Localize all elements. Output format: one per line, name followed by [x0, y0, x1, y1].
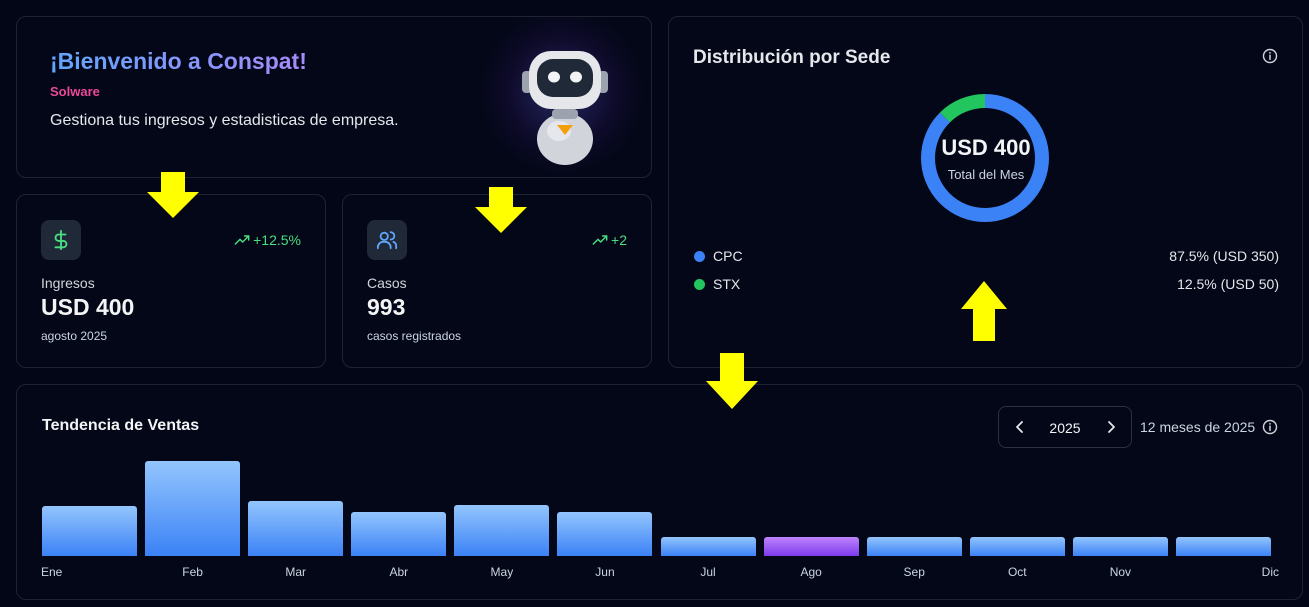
bar-mar[interactable] [248, 501, 344, 556]
bar-oct[interactable] [969, 537, 1065, 556]
company-name: Solware [50, 84, 100, 99]
bar-ene[interactable] [42, 506, 138, 556]
info-icon[interactable] [1262, 48, 1278, 64]
cases-description: casos registrados [367, 329, 462, 343]
dollar-icon [41, 220, 81, 260]
cases-trend-value: +2 [611, 232, 627, 248]
bar-jun[interactable] [557, 512, 653, 556]
bar-feb[interactable] [145, 461, 241, 556]
chevron-right-icon[interactable] [1102, 418, 1120, 436]
trending-up-icon [592, 235, 608, 245]
bar-dic[interactable] [1175, 537, 1271, 556]
month-label: Jun [595, 565, 615, 579]
month-label: Ene [41, 565, 63, 579]
legend-value: 12.5% (USD 50) [1177, 276, 1279, 292]
months-note: 12 meses de 2025 [1140, 419, 1256, 435]
legend-name: CPC [713, 248, 743, 264]
month-label: Oct [1007, 565, 1027, 579]
welcome-title: ¡Bienvenido a Conspat! [50, 48, 307, 74]
arrow-down-icon [706, 353, 758, 409]
bar-ago[interactable] [763, 537, 859, 556]
welcome-description: Gestiona tus ingresos y estadisticas de … [50, 112, 399, 129]
legend-dot [694, 251, 705, 262]
income-label: Ingresos [41, 275, 95, 291]
month-label: Sep [903, 565, 925, 579]
distribution-title: Distribución por Sede [693, 47, 891, 68]
arrow-down-icon [475, 187, 527, 233]
cases-value: 993 [367, 294, 406, 320]
donut-total-label: Total del Mes [947, 167, 1025, 182]
trending-up-icon [234, 235, 250, 245]
income-trend: +12.5% [234, 232, 301, 248]
info-icon[interactable] [1262, 419, 1278, 435]
year-selector: 2025 [998, 406, 1132, 448]
bar-nov[interactable] [1072, 537, 1168, 556]
month-label: Nov [1109, 565, 1132, 579]
bar-may[interactable] [454, 505, 550, 556]
arrow-down-icon [147, 172, 199, 218]
trend-title: Tendencia de Ventas [42, 417, 200, 434]
legend-dot [694, 279, 705, 290]
month-label: Jul [700, 565, 716, 579]
month-label: Mar [285, 565, 307, 579]
users-icon [367, 220, 407, 260]
cases-label: Casos [367, 275, 407, 291]
cases-trend: +2 [592, 232, 627, 248]
arrow-up-icon [961, 281, 1007, 341]
month-label: Feb [182, 565, 203, 579]
month-label: Dic [1261, 565, 1279, 579]
bar-sep[interactable] [866, 537, 962, 556]
month-label: Ago [800, 565, 822, 579]
bar-jul[interactable] [660, 537, 756, 556]
month-label: May [490, 565, 514, 579]
donut-total-value: USD 400 [941, 135, 1031, 160]
month-label: Abr [389, 565, 409, 579]
legend-value: 87.5% (USD 350) [1169, 248, 1279, 264]
income-period: agosto 2025 [41, 329, 108, 343]
sales-trend-card: Ene Feb Mar Abr May Jun Jul Ago Sep Oct Nov Dic Ten… [16, 384, 1303, 600]
robot-mascot-icon [522, 51, 608, 165]
legend-item-cpc: CPC 87.5% (USD 350) [693, 246, 1279, 266]
income-trend-value: +12.5% [253, 232, 301, 248]
welcome-card: ¡Bienvenido a Conspat! Solware Gestiona … [16, 16, 652, 178]
bar-abr[interactable] [351, 512, 447, 556]
income-card: +12.5% Ingresos USD 400 agosto 2025 [16, 194, 326, 368]
income-value: USD 400 [41, 294, 135, 320]
legend-name: STX [713, 276, 741, 292]
